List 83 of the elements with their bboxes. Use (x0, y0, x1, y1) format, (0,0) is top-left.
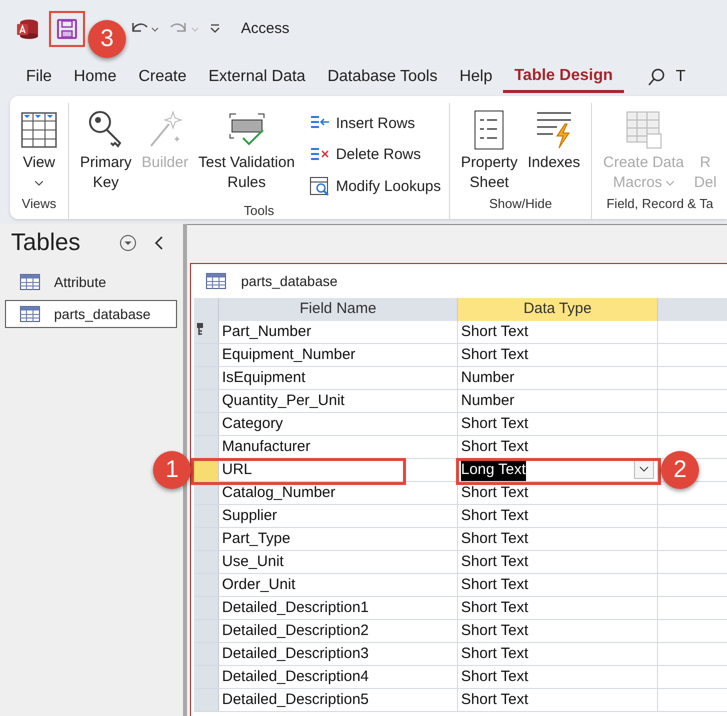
callout-badge: 3 (88, 20, 126, 58)
data-type-cell-text: Short Text (461, 528, 528, 549)
caret-icon (666, 180, 674, 186)
dropdown-circle-icon[interactable] (119, 234, 137, 252)
data-type-cell-text: Short Text (461, 344, 528, 365)
data-type-cell-text: Short Text (461, 436, 528, 457)
caret-icon (35, 181, 43, 186)
ribbon-tab[interactable]: Table Design (503, 61, 624, 93)
customize-icon[interactable] (209, 23, 221, 35)
data-type-cell-text: Number (461, 368, 514, 388)
field-name-cell-text: Detailed_Description1 (222, 598, 369, 618)
field-name-cell-text: Detailed_Description2 (222, 620, 369, 641)
data-type-cell-text: Short Text (461, 598, 528, 618)
data-type-cell-text: Short Text (461, 414, 528, 434)
column-header: Data Type (458, 298, 658, 321)
field-name-cell-text: Detailed_Description4 (222, 666, 369, 687)
property-sheet-icon (474, 110, 504, 150)
row-selector[interactable] (194, 321, 219, 343)
ribbon-menu-item[interactable]: Modify Lookups (310, 173, 441, 202)
field-name-cell-text: Part_Number (222, 322, 312, 342)
group-label: Field, Record & Ta (606, 194, 714, 212)
table-list-item[interactable]: parts_database (5, 300, 177, 328)
field-name-cell-text: Part_Type (222, 528, 290, 549)
field-name-cell-text: URL (222, 460, 252, 480)
field-name-cell-text: Equipment_Number (222, 344, 356, 365)
app-logo-icon (17, 19, 39, 39)
ribbon-tab[interactable]: File (15, 61, 63, 93)
data-type-cell-text: Short Text (461, 666, 528, 687)
field-name-cell-text: Use_Unit (222, 552, 284, 572)
group-label: Views (22, 194, 56, 212)
field-name-cell-text: IsEquipment (222, 368, 306, 388)
data-type-cell-text: Short Text (461, 482, 528, 503)
data-type-cell-text: Number (461, 390, 514, 411)
field-name-cell-text: Detailed_Description5 (222, 690, 369, 710)
grid-icon (21, 112, 57, 148)
table-icon (20, 306, 40, 322)
save-icon (57, 19, 77, 39)
save-button[interactable] (49, 11, 85, 47)
ribbon-tab[interactable]: External Data (198, 61, 316, 93)
tab-label-cut: T (676, 67, 686, 87)
ribbon-tab[interactable]: Help (448, 61, 504, 93)
data-type-cell-text: Short Text (461, 506, 528, 526)
key-icon (197, 323, 203, 335)
ribbon-menu-item[interactable]: Insert Rows (310, 110, 441, 138)
app-title: Access (241, 18, 290, 39)
key-icon (88, 110, 124, 150)
data-type-cell-text: Short Text (461, 644, 528, 664)
ribbon-button[interactable]: View (18, 103, 60, 194)
ribbon-tab[interactable]: Create (127, 61, 198, 93)
ribbon-tab[interactable]: Database Tools (316, 61, 448, 93)
table-icon (206, 273, 226, 289)
ribbon-button[interactable]: Test Validation Rules (195, 103, 298, 201)
search-icon[interactable] (648, 68, 666, 86)
group-label: Show/Hide (489, 194, 552, 212)
corner-cell (194, 298, 219, 321)
field-name-cell-text: Order_Unit (222, 574, 296, 595)
lookup-icon (310, 177, 330, 198)
data-type-cell-text: Short Text (461, 322, 528, 342)
field-name-cell-text: Category (222, 414, 283, 434)
ribbon-button[interactable]: Primary Key (77, 103, 135, 201)
group-label: Tools (244, 202, 274, 219)
field-name-cell-text: Detailed_Description3 (222, 644, 369, 664)
data-type-cell-text: Short Text (461, 552, 528, 572)
collapse-icon[interactable] (153, 236, 165, 250)
data-type-cell-text: Short Text (461, 620, 528, 641)
ribbon-menu-item[interactable]: Delete Rows (310, 142, 441, 170)
column-header: Field Name (219, 298, 458, 321)
indexes-icon (534, 110, 573, 150)
macro-table-icon (624, 110, 663, 150)
data-type-cell-text: Short Text (461, 690, 528, 710)
data-type-cell-text: Short Text (461, 574, 528, 595)
ribbon-button[interactable]: Indexes (524, 103, 584, 194)
field-name-cell-text: Supplier (222, 506, 278, 526)
window-title: parts_database (241, 272, 338, 291)
field-name-cell-text: Manufacturer (222, 436, 310, 457)
table-list-item[interactable]: Attribute (5, 268, 177, 296)
ribbon-button[interactable]: Property Sheet (458, 103, 521, 194)
dropdown-icon[interactable] (634, 460, 654, 479)
field-name-cell-text: Quantity_Per_Unit (222, 390, 345, 411)
pane-title: Tables (11, 228, 82, 258)
field-name-cell-text: Catalog_Number (222, 482, 336, 503)
table-icon (20, 274, 40, 290)
ribbon-tab[interactable]: Home (62, 61, 128, 93)
